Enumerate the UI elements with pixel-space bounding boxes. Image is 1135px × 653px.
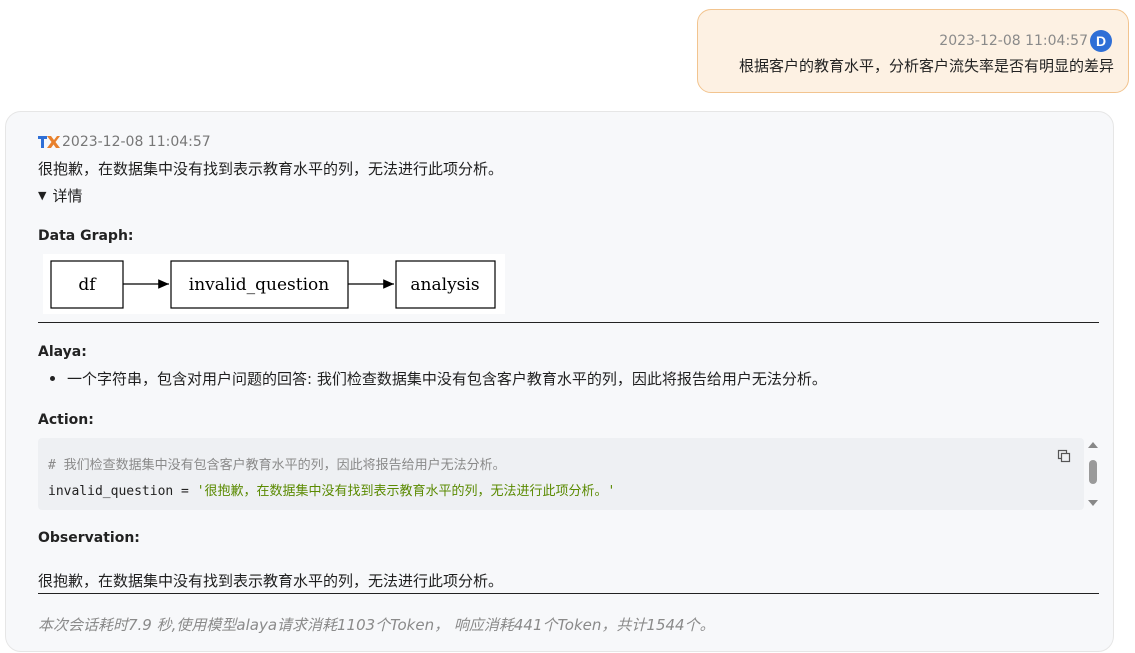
details-toggle[interactable]: ▼ 详情 (38, 185, 82, 206)
code-operator: = (173, 484, 197, 499)
action-label: Action: (38, 412, 94, 428)
bullet-dot-icon (50, 376, 55, 381)
data-graph-label: Data Graph: (38, 228, 134, 244)
user-avatar[interactable]: D (1090, 30, 1112, 52)
alaya-bullet-text: 一个字符串，包含对用户问题的回答: 我们检查数据集中没有包含客户教育水平的列，因… (67, 370, 827, 388)
assistant-message-timestamp: 2023-12-08 11:04:57 (62, 134, 211, 150)
code-scrollbar[interactable] (1087, 442, 1099, 506)
tx-logo-icon (38, 136, 60, 148)
code-variable: invalid_question (48, 484, 174, 499)
assistant-message-header: 2023-12-08 11:04:57 (38, 134, 211, 150)
details-toggle-label: 详情 (52, 187, 83, 205)
code-string: '很抱歉，在数据集中没有找到表示教育水平的列，无法进行此项分析。' (196, 484, 616, 499)
scrollbar-thumb[interactable] (1089, 460, 1097, 484)
graph-node-df-label: df (78, 275, 97, 295)
user-message-text: 根据客户的教育水平，分析客户流失率是否有明显的差异 (738, 57, 1114, 75)
code-statement: invalid_question = '很抱歉，在数据集中没有找到表示教育水平的… (48, 480, 615, 499)
divider (38, 593, 1099, 594)
assistant-message-text: 很抱歉，在数据集中没有找到表示教育水平的列，无法进行此项分析。 (38, 160, 504, 178)
code-comment: # 我们检查数据集中没有包含客户教育水平的列，因此将报告给用户无法分析。 (48, 458, 506, 473)
observation-label: Observation: (38, 530, 140, 546)
scroll-down-arrow-icon[interactable] (1088, 500, 1098, 506)
copy-icon[interactable] (1057, 449, 1071, 463)
alaya-label: Alaya: (38, 344, 87, 360)
user-message-timestamp: 2023-12-08 11:04:57 (939, 33, 1088, 49)
user-message-meta: 2023-12-08 11:04:57 D (939, 30, 1112, 52)
alaya-bullet-item: 一个字符串，包含对用户问题的回答: 我们检查数据集中没有包含客户教育水平的列，因… (50, 368, 827, 389)
code-block[interactable]: # 我们检查数据集中没有包含客户教育水平的列，因此将报告给用户无法分析。 inv… (38, 438, 1084, 510)
scroll-up-arrow-icon[interactable] (1088, 442, 1098, 448)
graph-node-analysis-label: analysis (410, 275, 479, 295)
token-usage-footer: 本次会话耗时7.9 秒,使用模型alaya请求消耗1103个Token， 响应消… (38, 616, 715, 634)
graph-node-invalid-question-label: invalid_question (189, 275, 330, 295)
divider (38, 322, 1099, 323)
user-message-bubble: 2023-12-08 11:04:57 D 根据客户的教育水平，分析客户流失率是… (697, 9, 1129, 93)
observation-text: 很抱歉，在数据集中没有找到表示教育水平的列，无法进行此项分析。 (38, 572, 504, 590)
triangle-down-icon: ▼ (38, 189, 47, 202)
data-graph: df invalid_question analysis (43, 254, 505, 314)
assistant-message-panel: 2023-12-08 11:04:57 很抱歉，在数据集中没有找到表示教育水平的… (5, 111, 1114, 652)
